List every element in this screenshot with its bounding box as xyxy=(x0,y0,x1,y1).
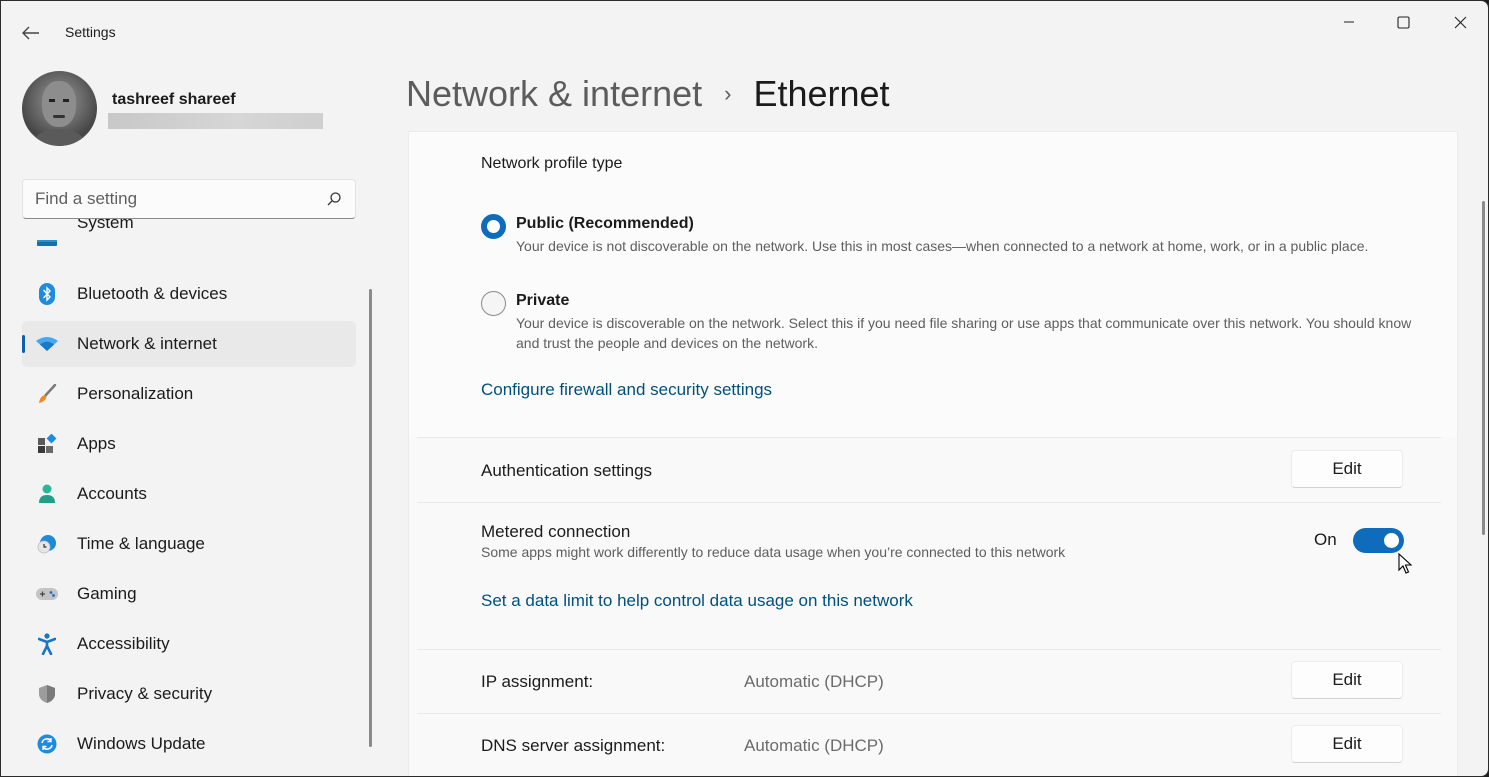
brush-icon xyxy=(36,383,58,405)
maximize-icon xyxy=(1396,15,1410,29)
authentication-edit-button[interactable]: Edit xyxy=(1291,450,1403,488)
close-icon xyxy=(1454,16,1466,28)
sidebar-item-gaming[interactable]: Gaming xyxy=(22,571,356,617)
maximize-button[interactable] xyxy=(1380,7,1426,37)
metered-connection-toggle[interactable] xyxy=(1353,528,1404,553)
sidebar-item-label: Time & language xyxy=(77,534,205,553)
ip-assignment-edit-button[interactable]: Edit xyxy=(1291,661,1403,699)
sidebar-item-network[interactable]: Network & internet xyxy=(22,321,356,367)
search-input[interactable] xyxy=(35,180,315,218)
sidebar-item-accounts[interactable]: Accounts xyxy=(22,471,356,517)
back-arrow-icon xyxy=(22,26,39,40)
metered-connection-description: Some apps might work differently to redu… xyxy=(481,544,1066,560)
globe-clock-icon xyxy=(36,533,58,555)
toggle-knob xyxy=(1384,533,1399,548)
person-icon xyxy=(36,483,58,505)
sidebar-item-label: Apps xyxy=(77,434,116,453)
sidebar-item-accessibility[interactable]: Accessibility xyxy=(22,621,356,667)
shield-icon xyxy=(36,683,58,705)
sidebar-item-label: System xyxy=(77,219,134,232)
sidebar-item-time-language[interactable]: Time & language xyxy=(22,521,356,567)
minimize-icon xyxy=(1344,21,1354,23)
avatar xyxy=(22,71,97,146)
system-icon xyxy=(36,233,58,255)
chevron-right-icon: › xyxy=(724,81,732,106)
ethernet-settings-panel: Network profile type Public (Recommended… xyxy=(408,131,1458,776)
sidebar-nav: System Bluetooth & devices Network & int… xyxy=(1,219,373,776)
gamepad-icon xyxy=(36,583,58,605)
metered-connection-label: Metered connection xyxy=(481,522,631,541)
sidebar-item-personalization[interactable]: Personalization xyxy=(22,371,356,417)
sidebar-item-label: Accounts xyxy=(77,484,147,503)
content-scrollbar[interactable] xyxy=(1482,201,1485,535)
radio-public-description: Your device is not discoverable on the n… xyxy=(516,238,1369,254)
sidebar-item-system[interactable]: System xyxy=(22,219,356,267)
ip-assignment-value: Automatic (DHCP) xyxy=(744,672,884,691)
sidebar-item-label: Privacy & security xyxy=(77,684,213,703)
sidebar-item-windows-update[interactable]: Windows Update xyxy=(22,721,356,767)
sidebar-item-label: Windows Update xyxy=(77,734,206,753)
network-profile-card: Network profile type Public (Recommended… xyxy=(409,132,1457,437)
search-icon[interactable] xyxy=(326,191,342,207)
dns-assignment-edit-button[interactable]: Edit xyxy=(1291,725,1403,763)
radio-checked-icon[interactable] xyxy=(481,214,506,239)
sidebar-item-apps[interactable]: Apps xyxy=(22,421,356,467)
wifi-icon xyxy=(36,333,58,355)
breadcrumb: Network & internet › Ethernet xyxy=(406,73,890,115)
radio-private-description: Your device is discoverable on the netwo… xyxy=(516,315,1412,351)
metered-toggle-state: On xyxy=(1314,530,1337,549)
radio-public-label: Public (Recommended) xyxy=(516,215,694,232)
apps-icon xyxy=(36,433,58,455)
network-profile-title: Network profile type xyxy=(481,155,623,172)
divider xyxy=(417,437,1441,438)
divider xyxy=(417,713,1441,714)
minimize-button[interactable] xyxy=(1326,7,1372,37)
sidebar-item-bluetooth[interactable]: Bluetooth & devices xyxy=(22,271,356,317)
sidebar-item-label: Network & internet xyxy=(77,334,217,353)
sidebar-item-label: Bluetooth & devices xyxy=(77,284,228,303)
back-button[interactable] xyxy=(15,19,47,47)
sidebar-scrollbar[interactable] xyxy=(369,289,372,747)
settings-window: Settings tashreef shareef System Bluetoo… xyxy=(0,0,1489,777)
radio-private-label: Private xyxy=(516,292,570,309)
radio-unchecked-icon[interactable] xyxy=(481,291,506,316)
sidebar-item-privacy-security[interactable]: Privacy & security xyxy=(22,671,356,717)
app-title: Settings xyxy=(65,24,116,40)
page-title: Ethernet xyxy=(753,73,890,114)
title-bar: Settings xyxy=(1,1,1488,61)
update-icon xyxy=(36,733,58,755)
accessibility-icon xyxy=(36,633,58,655)
sidebar-item-label: Accessibility xyxy=(77,634,170,653)
sidebar-item-label: Personalization xyxy=(77,384,194,403)
data-limit-link[interactable]: Set a data limit to help control data us… xyxy=(481,591,913,611)
mouse-cursor-icon xyxy=(1398,553,1412,574)
search-box[interactable] xyxy=(22,179,356,219)
divider xyxy=(417,649,1441,650)
authentication-label: Authentication settings xyxy=(481,461,653,480)
bluetooth-icon xyxy=(36,283,58,305)
close-button[interactable] xyxy=(1437,7,1483,37)
ip-assignment-label: IP assignment: xyxy=(481,672,594,691)
firewall-settings-link[interactable]: Configure firewall and security settings xyxy=(481,380,772,400)
sidebar-item-label: Gaming xyxy=(77,584,137,603)
user-email-redacted xyxy=(108,113,323,129)
divider xyxy=(417,502,1441,503)
user-name: tashreef shareef xyxy=(112,91,236,108)
active-indicator xyxy=(22,335,25,353)
dns-assignment-label: DNS server assignment: xyxy=(481,736,666,755)
dns-assignment-value: Automatic (DHCP) xyxy=(744,736,884,755)
breadcrumb-parent[interactable]: Network & internet xyxy=(406,73,702,114)
